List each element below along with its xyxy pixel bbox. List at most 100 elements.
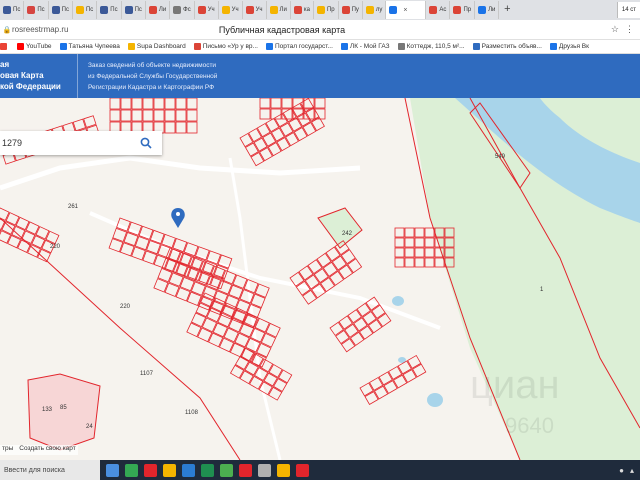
header-order-link[interactable]: Заказ сведений об объекте недвижимости и… <box>78 54 217 98</box>
parcel[interactable] <box>322 261 338 277</box>
parcel[interactable] <box>376 312 392 328</box>
bookmark-item[interactable]: Разместить объяв... <box>472 43 542 50</box>
parcel[interactable] <box>394 257 405 268</box>
parcel[interactable] <box>353 317 368 332</box>
parcel[interactable] <box>120 98 132 110</box>
parcel[interactable] <box>175 109 187 122</box>
parcel[interactable] <box>404 237 415 248</box>
parcel[interactable] <box>362 310 377 326</box>
browser-tab[interactable]: Ли <box>267 1 291 19</box>
parcel[interactable] <box>186 98 198 110</box>
alice-assistant-icon[interactable]: ● <box>619 466 624 475</box>
lock-icon[interactable]: 🔒 <box>2 26 12 34</box>
parcel[interactable] <box>424 227 435 238</box>
browser-tab[interactable]: Ли <box>146 1 171 19</box>
parcel[interactable] <box>325 246 341 262</box>
browser-tab[interactable]: Пс <box>0 1 25 19</box>
bookmark-item[interactable]: Татьяна Чупеева <box>59 43 120 50</box>
bookmark-item[interactable]: Коттедж, 110,5 м²... <box>397 43 465 50</box>
store-icon[interactable] <box>296 463 309 477</box>
file-explorer-icon[interactable] <box>163 463 176 477</box>
parcel[interactable] <box>356 302 371 318</box>
parcel[interactable] <box>131 98 143 110</box>
parcel[interactable] <box>367 319 383 334</box>
parcel[interactable] <box>424 257 435 268</box>
parcel[interactable] <box>329 321 344 336</box>
parcel[interactable] <box>347 258 363 274</box>
bookmark-item[interactable] <box>0 43 9 50</box>
parcel[interactable] <box>259 98 271 109</box>
parcel[interactable] <box>186 121 198 134</box>
parcel[interactable] <box>307 259 323 275</box>
parcel[interactable] <box>314 108 326 120</box>
parcel[interactable] <box>109 109 121 122</box>
filters-link[interactable]: тры <box>2 445 13 455</box>
parcel[interactable] <box>424 237 435 248</box>
parcel[interactable] <box>314 98 326 109</box>
parcel[interactable] <box>358 325 374 340</box>
parcel[interactable] <box>340 249 356 265</box>
parcel[interactable] <box>175 121 187 134</box>
parcel[interactable] <box>259 108 271 120</box>
parcel[interactable] <box>394 247 405 258</box>
parcel[interactable] <box>329 270 345 286</box>
parcel[interactable] <box>164 121 176 134</box>
bookmark-item[interactable]: Портал государст... <box>265 43 333 50</box>
parcel[interactable] <box>414 227 425 238</box>
map-pin-icon[interactable] <box>171 208 185 228</box>
parcel[interactable] <box>338 264 354 280</box>
parcel[interactable] <box>0 207 10 221</box>
parcel[interactable] <box>120 109 132 122</box>
browser-tab[interactable]: Пр <box>450 1 476 19</box>
system-tray-icon[interactable]: ▴ <box>630 466 634 475</box>
parcel[interactable] <box>404 257 415 268</box>
parcel[interactable] <box>394 237 405 248</box>
app-icon[interactable] <box>258 463 271 477</box>
parcel[interactable] <box>153 98 165 110</box>
browser-tab[interactable]: Пс <box>97 1 122 19</box>
parcel[interactable] <box>313 268 329 284</box>
parcel[interactable] <box>349 331 365 347</box>
parcel[interactable] <box>340 338 356 353</box>
bookmark-item[interactable]: YouTube <box>17 43 52 50</box>
browser-tab[interactable]: Пр <box>314 1 339 19</box>
browser-tab[interactable]: Уч <box>219 1 243 19</box>
parcel[interactable] <box>298 265 314 281</box>
parcel[interactable] <box>164 98 176 110</box>
parcel[interactable] <box>338 315 353 330</box>
parcel[interactable] <box>316 252 332 268</box>
parcel[interactable] <box>347 309 362 324</box>
task-view-icon[interactable] <box>106 463 119 477</box>
parcel[interactable] <box>175 98 187 110</box>
parcel[interactable] <box>164 109 176 122</box>
close-tab-icon[interactable]: × <box>403 7 407 14</box>
create-map-link[interactable]: Создать свою карт <box>19 445 76 455</box>
excel-app-icon[interactable] <box>201 463 214 477</box>
taskbar-search[interactable]: Ввести для поиска <box>0 460 100 480</box>
browser-tab[interactable]: × <box>386 1 427 19</box>
site-logo[interactable]: ая овая Карта кой Федерации <box>0 54 78 98</box>
parcel[interactable] <box>331 255 347 271</box>
mail-app-icon[interactable] <box>144 463 157 477</box>
parcel[interactable] <box>335 329 350 345</box>
parcel[interactable] <box>404 227 415 238</box>
parcel[interactable] <box>186 109 198 122</box>
chrome-browser-icon[interactable] <box>220 463 233 477</box>
bookmark-item[interactable]: Друзья Вк <box>549 43 589 50</box>
extensions-icon[interactable]: ⋮ <box>625 24 634 35</box>
word-app-icon[interactable] <box>182 463 195 477</box>
browser-tab[interactable]: ка <box>291 1 314 19</box>
url-field[interactable]: rosreestrmap.ru <box>12 25 182 34</box>
bookmark-star-icon[interactable]: ☆ <box>611 24 619 35</box>
new-tab-button[interactable]: + <box>499 2 515 18</box>
search-input[interactable] <box>0 132 135 154</box>
browser-tab[interactable]: Фс <box>170 1 195 19</box>
parcel[interactable] <box>142 109 154 122</box>
browser-tab[interactable]: лу <box>363 1 387 19</box>
browser-tab[interactable]: Пс <box>24 1 49 19</box>
search-button[interactable] <box>135 132 157 154</box>
parcel[interactable] <box>281 98 293 109</box>
parcel[interactable] <box>153 109 165 122</box>
browser-tab[interactable]: Уч <box>195 1 219 19</box>
browser-tab[interactable]: Пу <box>339 1 363 19</box>
